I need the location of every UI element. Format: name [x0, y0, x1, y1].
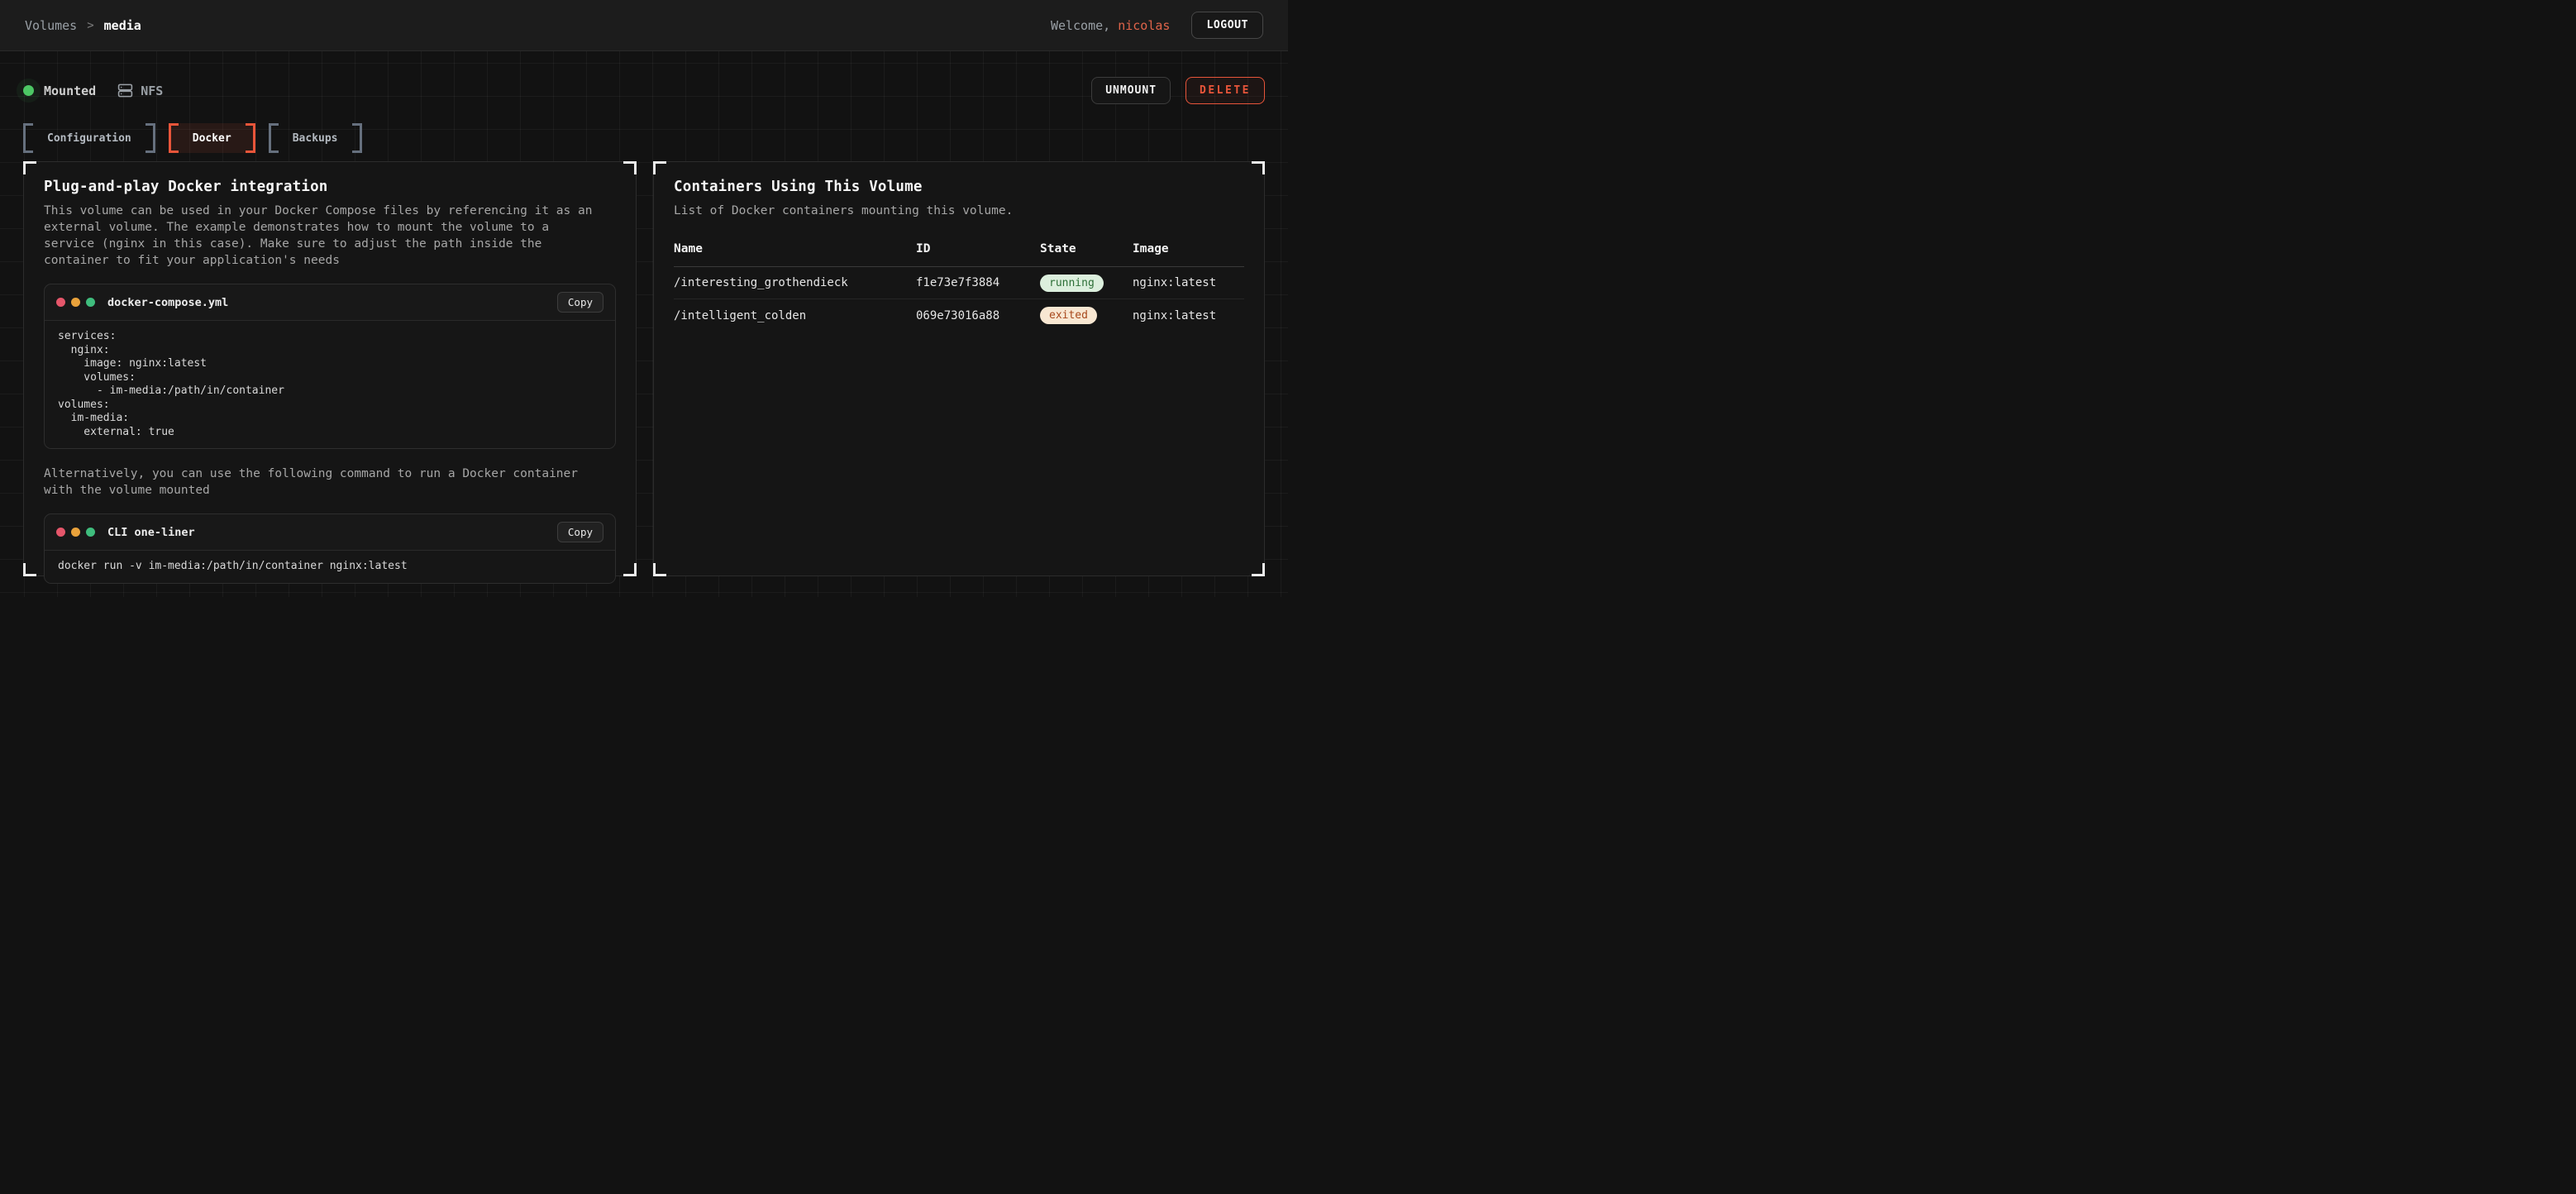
status-row: Mounted NFS UNMOUNT DELETE — [23, 51, 1265, 104]
copy-compose-button[interactable]: Copy — [557, 292, 603, 313]
column-header-state: State — [1040, 242, 1133, 256]
card-corner-icon — [1252, 563, 1265, 576]
tab-configuration[interactable]: Configuration — [23, 123, 155, 153]
code-body: docker run -v im-media:/path/in/containe… — [45, 550, 615, 583]
cli-intro-text: Alternatively, you can use the following… — [44, 466, 606, 499]
volume-actions: UNMOUNT DELETE — [1091, 77, 1265, 104]
code-block-header: CLI one-liner Copy — [45, 514, 615, 550]
unmount-button[interactable]: UNMOUNT — [1091, 77, 1171, 104]
panel-description: This volume can be used in your Docker C… — [44, 203, 602, 269]
container-id: 069e73016a88 — [916, 309, 1040, 322]
chevron-right-icon: > — [87, 19, 93, 32]
table-row: /intelligent_colden 069e73016a88 exited … — [674, 299, 1244, 332]
table-row: /interesting_grothendieck f1e73e7f3884 r… — [674, 267, 1244, 299]
table-header-row: Name ID State Image — [674, 242, 1244, 267]
panel-title: Containers Using This Volume — [674, 179, 1244, 195]
logout-button[interactable]: LOGOUT — [1191, 12, 1263, 39]
traffic-light-amber-icon — [71, 528, 80, 537]
column-header-name: Name — [674, 242, 916, 256]
tab-docker[interactable]: Docker — [169, 123, 255, 153]
traffic-light-green-icon — [86, 528, 95, 537]
compose-code-block: docker-compose.yml Copy services: nginx:… — [44, 284, 616, 449]
docker-integration-panel: Plug-and-play Docker integration This vo… — [23, 161, 637, 576]
breadcrumb-volumes-link[interactable]: Volumes — [25, 18, 77, 33]
status-badge-running: running — [1040, 275, 1104, 292]
mounted-status-dot-icon — [23, 85, 34, 96]
traffic-light-amber-icon — [71, 298, 80, 307]
main-content: Mounted NFS UNMOUNT DELETE Configuration… — [0, 51, 1288, 597]
tab-backups[interactable]: Backups — [269, 123, 362, 153]
traffic-light-red-icon — [56, 528, 65, 537]
welcome-prefix: Welcome, — [1051, 18, 1118, 33]
container-name: /interesting_grothendieck — [674, 276, 916, 289]
column-header-image: Image — [1133, 242, 1244, 256]
code-filename: CLI one-liner — [107, 526, 195, 539]
cli-command-code: docker run -v im-media:/path/in/containe… — [58, 560, 602, 574]
code-filename: docker-compose.yml — [107, 296, 228, 309]
mounted-status-label: Mounted — [44, 84, 96, 98]
cli-code-block: CLI one-liner Copy docker run -v im-medi… — [44, 513, 616, 584]
traffic-light-red-icon — [56, 298, 65, 307]
breadcrumb: Volumes > media — [25, 18, 141, 33]
container-image: nginx:latest — [1133, 276, 1244, 289]
container-state: exited — [1040, 307, 1133, 324]
delete-button[interactable]: DELETE — [1185, 77, 1265, 104]
volume-status: Mounted NFS — [23, 83, 163, 98]
container-id: f1e73e7f3884 — [916, 276, 1040, 289]
compose-yaml-code: services: nginx: image: nginx:latest vol… — [58, 330, 602, 439]
server-icon — [117, 83, 133, 98]
username: nicolas — [1118, 18, 1170, 33]
copy-cli-button[interactable]: Copy — [557, 522, 603, 542]
containers-panel: Containers Using This Volume List of Doc… — [653, 161, 1265, 576]
containers-table: Name ID State Image /interesting_grothen… — [674, 242, 1244, 332]
column-header-id: ID — [916, 242, 1040, 256]
container-state: running — [1040, 275, 1133, 292]
welcome-text: Welcome, nicolas — [1051, 18, 1171, 33]
traffic-light-green-icon — [86, 298, 95, 307]
panel-title: Plug-and-play Docker integration — [44, 179, 616, 195]
header-right: Welcome, nicolas LOGOUT — [1051, 12, 1263, 39]
tab-bar: Configuration Docker Backups — [23, 123, 1265, 153]
container-name: /intelligent_colden — [674, 309, 916, 322]
container-image: nginx:latest — [1133, 309, 1244, 322]
panel-subtitle: List of Docker containers mounting this … — [674, 203, 1232, 219]
volume-type-label: NFS — [141, 84, 163, 98]
card-corner-icon — [653, 563, 666, 576]
status-badge-exited: exited — [1040, 307, 1097, 324]
traffic-lights — [56, 298, 95, 307]
breadcrumb-current-volume: media — [104, 18, 141, 33]
panels: Plug-and-play Docker integration This vo… — [23, 161, 1265, 576]
code-block-header: docker-compose.yml Copy — [45, 284, 615, 320]
volume-type: NFS — [117, 83, 163, 98]
code-body: services: nginx: image: nginx:latest vol… — [45, 320, 615, 448]
traffic-lights — [56, 528, 95, 537]
top-bar: Volumes > media Welcome, nicolas LOGOUT — [0, 0, 1288, 51]
